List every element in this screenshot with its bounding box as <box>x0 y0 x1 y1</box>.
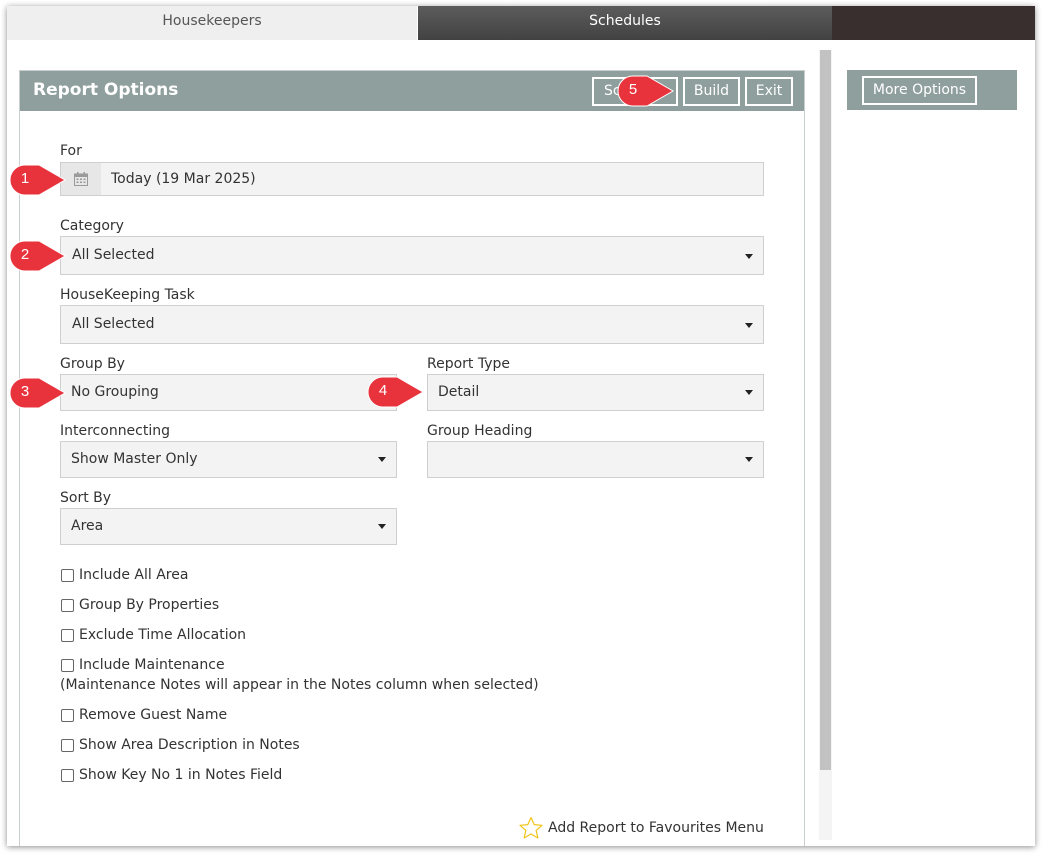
tab-bar-filler <box>832 6 1035 40</box>
include-maintenance-option[interactable]: Include Maintenance <box>61 657 225 673</box>
category-label: Category <box>60 218 124 234</box>
panel-header: Report Options Schedule Build Exit <box>20 71 804 111</box>
checkbox-label: Show Area Description in Notes <box>79 737 300 753</box>
date-field[interactable]: Today (19 Mar 2025) <box>60 162 764 196</box>
exclude-time-allocation-option[interactable]: Exclude Time Allocation <box>61 627 246 643</box>
include-all-area-option[interactable]: Include All Area <box>61 567 188 583</box>
interconnecting-label: Interconnecting <box>60 423 171 439</box>
checkbox-label: Exclude Time Allocation <box>79 627 247 643</box>
chevron-down-icon <box>378 457 386 462</box>
tab-schedules[interactable]: Schedules <box>418 6 832 40</box>
interconnecting-select[interactable]: Show Master Only <box>60 441 397 478</box>
show-key-no-checkbox[interactable] <box>61 768 74 782</box>
star-outline-icon <box>519 816 543 839</box>
category-select[interactable]: All Selected <box>60 236 764 275</box>
more-options-header: More Options <box>847 70 1017 110</box>
marker-number: 3 <box>20 383 30 400</box>
housekeeping-task-label: HouseKeeping Task <box>60 287 195 303</box>
group-by-value: No Grouping <box>71 384 159 400</box>
panel-title: Report Options <box>33 80 179 100</box>
include-all-area-checkbox[interactable] <box>61 568 74 582</box>
category-value: All Selected <box>72 247 155 263</box>
checkbox-label: Include Maintenance <box>79 657 225 673</box>
report-type-label: Report Type <box>427 356 511 372</box>
favourites-label: Add Report to Favourites Menu <box>548 820 764 836</box>
group-by-select[interactable]: No Grouping <box>60 374 397 411</box>
remove-guest-name-checkbox[interactable] <box>61 708 74 722</box>
remove-guest-name-option[interactable]: Remove Guest Name <box>61 707 227 723</box>
more-options-button[interactable]: More Options <box>862 76 977 105</box>
interconnecting-value: Show Master Only <box>71 451 198 467</box>
calendar-icon <box>74 172 88 186</box>
sort-by-select[interactable]: Area <box>60 508 397 545</box>
marker-number: 1 <box>20 170 30 187</box>
report-options-panel: Report Options Schedule Build Exit For <box>19 70 805 846</box>
checkbox-label: Include All Area <box>79 567 189 583</box>
exit-button[interactable]: Exit <box>745 77 793 106</box>
chevron-down-icon <box>745 254 753 259</box>
checkbox-label: Remove Guest Name <box>79 707 228 723</box>
checkbox-label: Show Key No 1 in Notes Field <box>79 767 283 783</box>
sort-by-value: Area <box>71 518 104 534</box>
group-by-properties-checkbox[interactable] <box>61 598 74 612</box>
group-heading-select[interactable] <box>427 441 764 478</box>
marker-number: 2 <box>20 246 30 263</box>
include-maintenance-checkbox[interactable] <box>61 658 74 672</box>
marker-number: 4 <box>378 382 388 399</box>
exclude-time-allocation-checkbox[interactable] <box>61 628 74 642</box>
housekeeping-task-value: All Selected <box>72 316 155 332</box>
checkbox-label: Group By Properties <box>79 597 220 613</box>
report-type-value: Detail <box>438 384 480 400</box>
show-key-no-option[interactable]: Show Key No 1 in Notes Field <box>61 767 282 783</box>
group-by-properties-option[interactable]: Group By Properties <box>61 597 219 613</box>
show-area-description-option[interactable]: Show Area Description in Notes <box>61 737 300 753</box>
tab-housekeepers[interactable]: Housekeepers <box>7 6 417 40</box>
report-window: Housekeepers Schedules More Options Repo… <box>7 6 1035 846</box>
for-label: For <box>60 143 82 159</box>
show-area-description-checkbox[interactable] <box>61 738 74 752</box>
right-sidebar <box>832 40 1035 846</box>
chevron-down-icon <box>745 390 753 395</box>
date-value: Today (19 Mar 2025) <box>111 171 256 187</box>
group-heading-label: Group Heading <box>427 423 533 439</box>
report-type-select[interactable]: Detail <box>427 374 764 411</box>
build-button[interactable]: Build <box>683 77 740 106</box>
scrollbar-thumb[interactable] <box>820 50 831 770</box>
chevron-down-icon <box>745 323 753 328</box>
marker-number: 5 <box>628 81 638 98</box>
housekeeping-task-select[interactable]: All Selected <box>60 305 764 344</box>
chevron-down-icon <box>378 524 386 529</box>
chevron-down-icon <box>745 457 753 462</box>
group-by-label: Group By <box>60 356 125 372</box>
sort-by-label: Sort By <box>60 490 112 506</box>
add-to-favourites-link[interactable]: Add Report to Favourites Menu <box>518 816 764 840</box>
maintenance-note: (Maintenance Notes will appear in the No… <box>60 677 539 693</box>
